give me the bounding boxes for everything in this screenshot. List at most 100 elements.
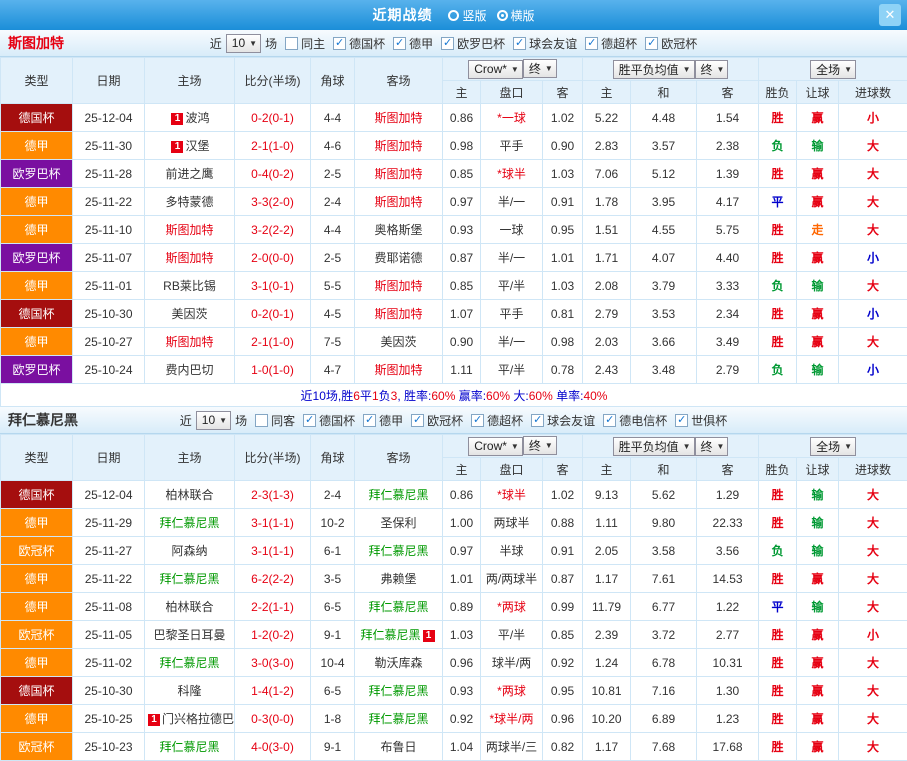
match-score: 2-1(1-0) xyxy=(235,132,311,160)
result-wdl: 胜 xyxy=(759,705,797,733)
odds-final-select[interactable]: 终▼ xyxy=(523,436,557,455)
avg-away-odds: 4.17 xyxy=(697,188,759,216)
filter-checkbox-欧罗巴杯[interactable]: ✓欧罗巴杯 xyxy=(441,35,505,52)
filter-checkbox-球会友谊[interactable]: ✓球会友谊 xyxy=(531,412,595,429)
corner-score: 1-8 xyxy=(311,705,355,733)
away-team[interactable]: 布鲁日 xyxy=(380,740,416,754)
odds-away: 1.01 xyxy=(543,244,583,272)
match-date: 25-11-27 xyxy=(73,537,145,565)
filter-checkbox-德甲[interactable]: ✓德甲 xyxy=(363,412,403,429)
home-team[interactable]: 柏林联合 xyxy=(165,488,213,502)
avg-final-select[interactable]: 终▼ xyxy=(695,60,729,79)
filter-checkbox-同主[interactable]: 同主 xyxy=(285,35,325,52)
layout-radio[interactable]: 竖版 xyxy=(448,7,486,24)
avg-draw-odds: 3.72 xyxy=(631,621,697,649)
away-team[interactable]: 圣保利 xyxy=(380,516,416,530)
avg-header-cell: 胜平负均值▼终▼ xyxy=(583,435,759,458)
scope-select[interactable]: 全场▼ xyxy=(810,437,856,456)
odds-final-select[interactable]: 终▼ xyxy=(523,59,557,78)
home-team[interactable]: RB莱比锡 xyxy=(163,279,216,293)
home-team[interactable]: 前进之鹰 xyxy=(165,167,213,181)
filter-checkbox-德超杯[interactable]: ✓德超杯 xyxy=(471,412,523,429)
recent-count-select[interactable]: 10▼ xyxy=(226,34,261,53)
matches-table: 类型日期主场比分(半场)角球客场Crow*▼终▼胜平负均值▼终▼全场▼主盘口客主… xyxy=(0,57,907,407)
match-date: 25-10-27 xyxy=(73,328,145,356)
away-team[interactable]: 斯图加特 xyxy=(374,363,422,377)
avg-final-select-value: 终 xyxy=(701,438,713,455)
home-team[interactable]: 汉堡 xyxy=(185,139,209,153)
team-name[interactable]: 斯图加特 xyxy=(8,33,64,53)
corner-score: 10-4 xyxy=(311,649,355,677)
home-team[interactable]: 拜仁慕尼黑 xyxy=(159,516,219,530)
filter-bar: 近10▼场同主✓德国杯✓德甲✓欧罗巴杯✓球会友谊✓德超杯✓欧冠杯 xyxy=(210,34,697,53)
filter-checkbox-欧冠杯[interactable]: ✓欧冠杯 xyxy=(645,35,697,52)
home-team[interactable]: 拜仁慕尼黑 xyxy=(159,740,219,754)
home-team[interactable]: 斯图加特 xyxy=(165,335,213,349)
recent-count-select[interactable]: 10▼ xyxy=(196,411,231,430)
home-team[interactable]: 拜仁慕尼黑 xyxy=(159,572,219,586)
away-team[interactable]: 斯图加特 xyxy=(374,139,422,153)
home-team[interactable]: 美因茨 xyxy=(171,307,207,321)
team-name[interactable]: 拜仁慕尼黑 xyxy=(8,410,78,430)
away-team[interactable]: 斯图加特 xyxy=(374,279,422,293)
home-team[interactable]: 科隆 xyxy=(177,684,201,698)
away-team[interactable]: 拜仁慕尼黑 xyxy=(368,488,428,502)
match-date: 25-12-04 xyxy=(73,104,145,132)
away-team[interactable]: 弗赖堡 xyxy=(380,572,416,586)
filter-checkbox-德超杯[interactable]: ✓德超杯 xyxy=(585,35,637,52)
home-team[interactable]: 拜仁慕尼黑 xyxy=(159,656,219,670)
away-team[interactable]: 斯图加特 xyxy=(374,167,422,181)
filter-checkbox-德甲[interactable]: ✓德甲 xyxy=(393,35,433,52)
away-team[interactable]: 拜仁慕尼黑 xyxy=(368,544,428,558)
avg-type-select[interactable]: 胜平负均值▼ xyxy=(613,60,695,79)
away-team[interactable]: 拜仁慕尼黑 xyxy=(368,600,428,614)
filter-near-label: 近 xyxy=(210,35,222,52)
filter-checkbox-德国杯[interactable]: ✓德国杯 xyxy=(333,35,385,52)
home-team-cell: 科隆 xyxy=(145,677,235,705)
result-handicap: 赢 xyxy=(797,705,839,733)
filter-checkbox-德国杯[interactable]: ✓德国杯 xyxy=(303,412,355,429)
league-type-badge: 欧罗巴杯 xyxy=(1,160,73,188)
column-header: 比分(半场) xyxy=(235,58,311,104)
home-team[interactable]: 斯图加特 xyxy=(165,223,213,237)
home-team[interactable]: 巴黎圣日耳曼 xyxy=(153,628,225,642)
avg-final-select[interactable]: 终▼ xyxy=(695,437,729,456)
away-team[interactable]: 费耶诺德 xyxy=(374,251,422,265)
filter-checkbox-德电信杯[interactable]: ✓德电信杯 xyxy=(603,412,667,429)
avg-away-odds: 2.38 xyxy=(697,132,759,160)
away-team[interactable]: 斯图加特 xyxy=(374,307,422,321)
close-button[interactable]: ✕ xyxy=(879,4,901,26)
filter-checkbox-世俱杯[interactable]: ✓世俱杯 xyxy=(675,412,727,429)
away-team[interactable]: 奥格斯堡 xyxy=(374,223,422,237)
filter-checkbox-球会友谊[interactable]: ✓球会友谊 xyxy=(513,35,577,52)
bookmaker-select[interactable]: Crow*▼ xyxy=(468,60,523,79)
away-team[interactable]: 美因茨 xyxy=(380,335,416,349)
away-team[interactable]: 斯图加特 xyxy=(374,195,422,209)
avg-home-odds: 7.06 xyxy=(583,160,631,188)
filter-checkbox-同客[interactable]: 同客 xyxy=(255,412,295,429)
avg-draw-odds: 6.89 xyxy=(631,705,697,733)
scope-select[interactable]: 全场▼ xyxy=(810,60,856,79)
match-date: 25-11-08 xyxy=(73,593,145,621)
odds-away: 1.03 xyxy=(543,272,583,300)
home-team[interactable]: 多特蒙德 xyxy=(165,195,213,209)
away-team[interactable]: 勒沃库森 xyxy=(374,656,422,670)
match-date: 25-11-01 xyxy=(73,272,145,300)
home-team[interactable]: 波鸿 xyxy=(185,111,209,125)
filter-checkbox-欧冠杯[interactable]: ✓欧冠杯 xyxy=(411,412,463,429)
avg-away-odds: 1.23 xyxy=(697,705,759,733)
bookmaker-select[interactable]: Crow*▼ xyxy=(468,437,523,456)
summary-segment: 60% xyxy=(431,389,455,403)
away-team[interactable]: 拜仁慕尼黑 xyxy=(360,628,420,642)
away-team[interactable]: 拜仁慕尼黑 xyxy=(368,684,428,698)
away-team[interactable]: 拜仁慕尼黑 xyxy=(368,712,428,726)
home-team[interactable]: 柏林联合 xyxy=(165,600,213,614)
home-team[interactable]: 斯图加特 xyxy=(165,251,213,265)
home-team[interactable]: 阿森纳 xyxy=(171,544,207,558)
home-team[interactable]: 费内巴切 xyxy=(165,363,213,377)
layout-radio[interactable]: 横版 xyxy=(497,7,535,24)
away-team[interactable]: 斯图加特 xyxy=(374,111,422,125)
avg-type-select[interactable]: 胜平负均值▼ xyxy=(613,437,695,456)
avg-draw-odds: 5.12 xyxy=(631,160,697,188)
home-team[interactable]: 门兴格拉德巴赫 xyxy=(162,712,235,726)
